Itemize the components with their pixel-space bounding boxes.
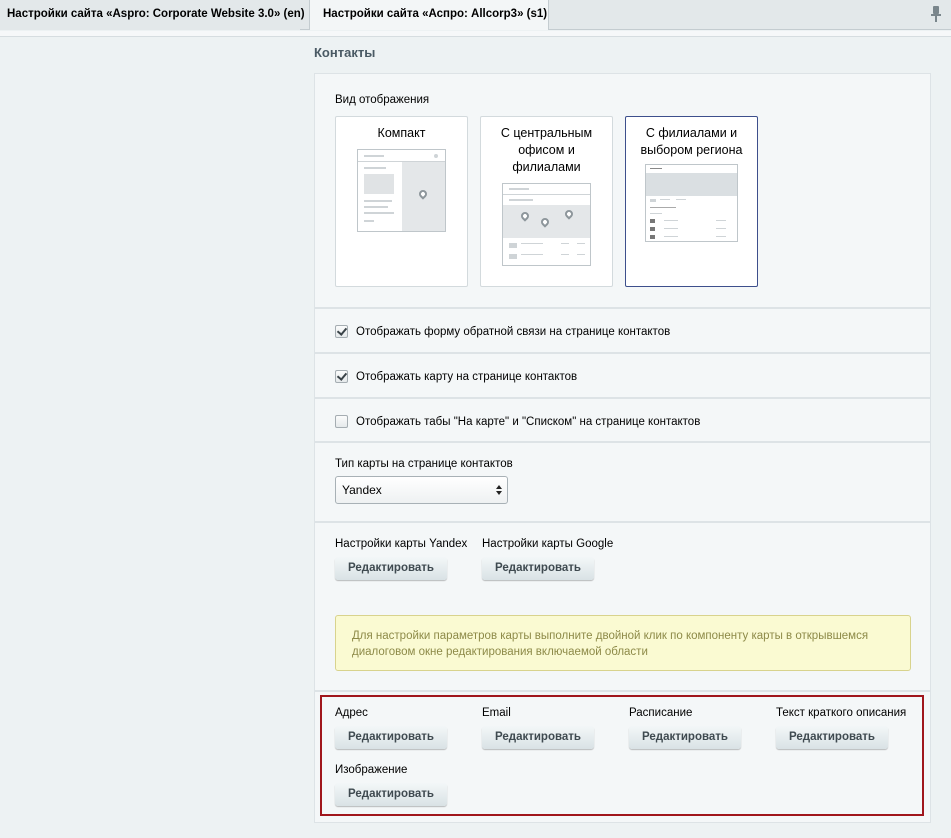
edit-yandex-button[interactable]: Редактировать [335, 557, 447, 580]
compact-preview-image [357, 149, 446, 232]
feedback-form-checkbox[interactable] [335, 325, 348, 338]
map-tabs-row: Отображать табы "На карте" и "Списком" н… [314, 398, 931, 442]
map-type-select[interactable]: Yandex [335, 476, 508, 504]
view-option-compact[interactable]: Компакт [335, 116, 468, 287]
view-option-title: С центральным офисом и филиалами [500, 126, 593, 174]
yandex-settings-label: Настройки карты Yandex [335, 538, 468, 550]
map-settings-note: Для настройки параметров карты выполните… [335, 615, 911, 671]
map-type-label: Тип карты на странице контактов [335, 458, 513, 470]
pin-icon[interactable] [931, 6, 941, 22]
section-title: Контакты [314, 45, 376, 60]
view-option-title: С филиалами и выбором региона [640, 126, 743, 157]
view-option-central-office[interactable]: С центральным офисом и филиалами [480, 116, 613, 287]
view-option-regions[interactable]: С филиалами и выбором региона [625, 116, 758, 287]
map-tabs-checkbox[interactable] [335, 415, 348, 428]
map-tabs-label: Отображать табы "На карте" и "Списком" н… [356, 415, 701, 428]
feedback-form-row: Отображать форму обратной связи на стран… [314, 308, 931, 353]
map-type-row: Тип карты на странице контактов Yandex [314, 442, 931, 522]
view-panel: Вид отображения Компакт С центральным оф… [314, 73, 931, 308]
central-office-preview-image [502, 183, 591, 266]
tab-underline [0, 31, 951, 37]
tab-site-en[interactable]: Настройки сайта «Aspro: Corporate Websit… [0, 0, 305, 30]
select-arrows-icon [496, 485, 502, 495]
show-map-checkbox[interactable] [335, 370, 348, 383]
map-settings-panel: Настройки карты Yandex Настройки карты G… [314, 522, 931, 691]
show-map-row: Отображать карту на странице контактов [314, 353, 931, 398]
highlight-frame [320, 695, 924, 816]
map-type-value: Yandex [342, 483, 382, 497]
regions-preview-image [645, 164, 738, 242]
view-label: Вид отображения [335, 94, 430, 106]
edit-google-button[interactable]: Редактировать [482, 557, 594, 580]
tab-site-s1[interactable]: Настройки сайта «Аспро: Allcorp3» (s1) [309, 0, 549, 30]
tab-bar: Настройки сайта «Aspro: Corporate Websit… [0, 0, 951, 30]
view-option-title: Компакт [377, 126, 426, 140]
feedback-form-label: Отображать форму обратной связи на стран… [356, 325, 671, 338]
google-settings-label: Настройки карты Google [482, 538, 614, 550]
show-map-label: Отображать карту на странице контактов [356, 370, 578, 383]
